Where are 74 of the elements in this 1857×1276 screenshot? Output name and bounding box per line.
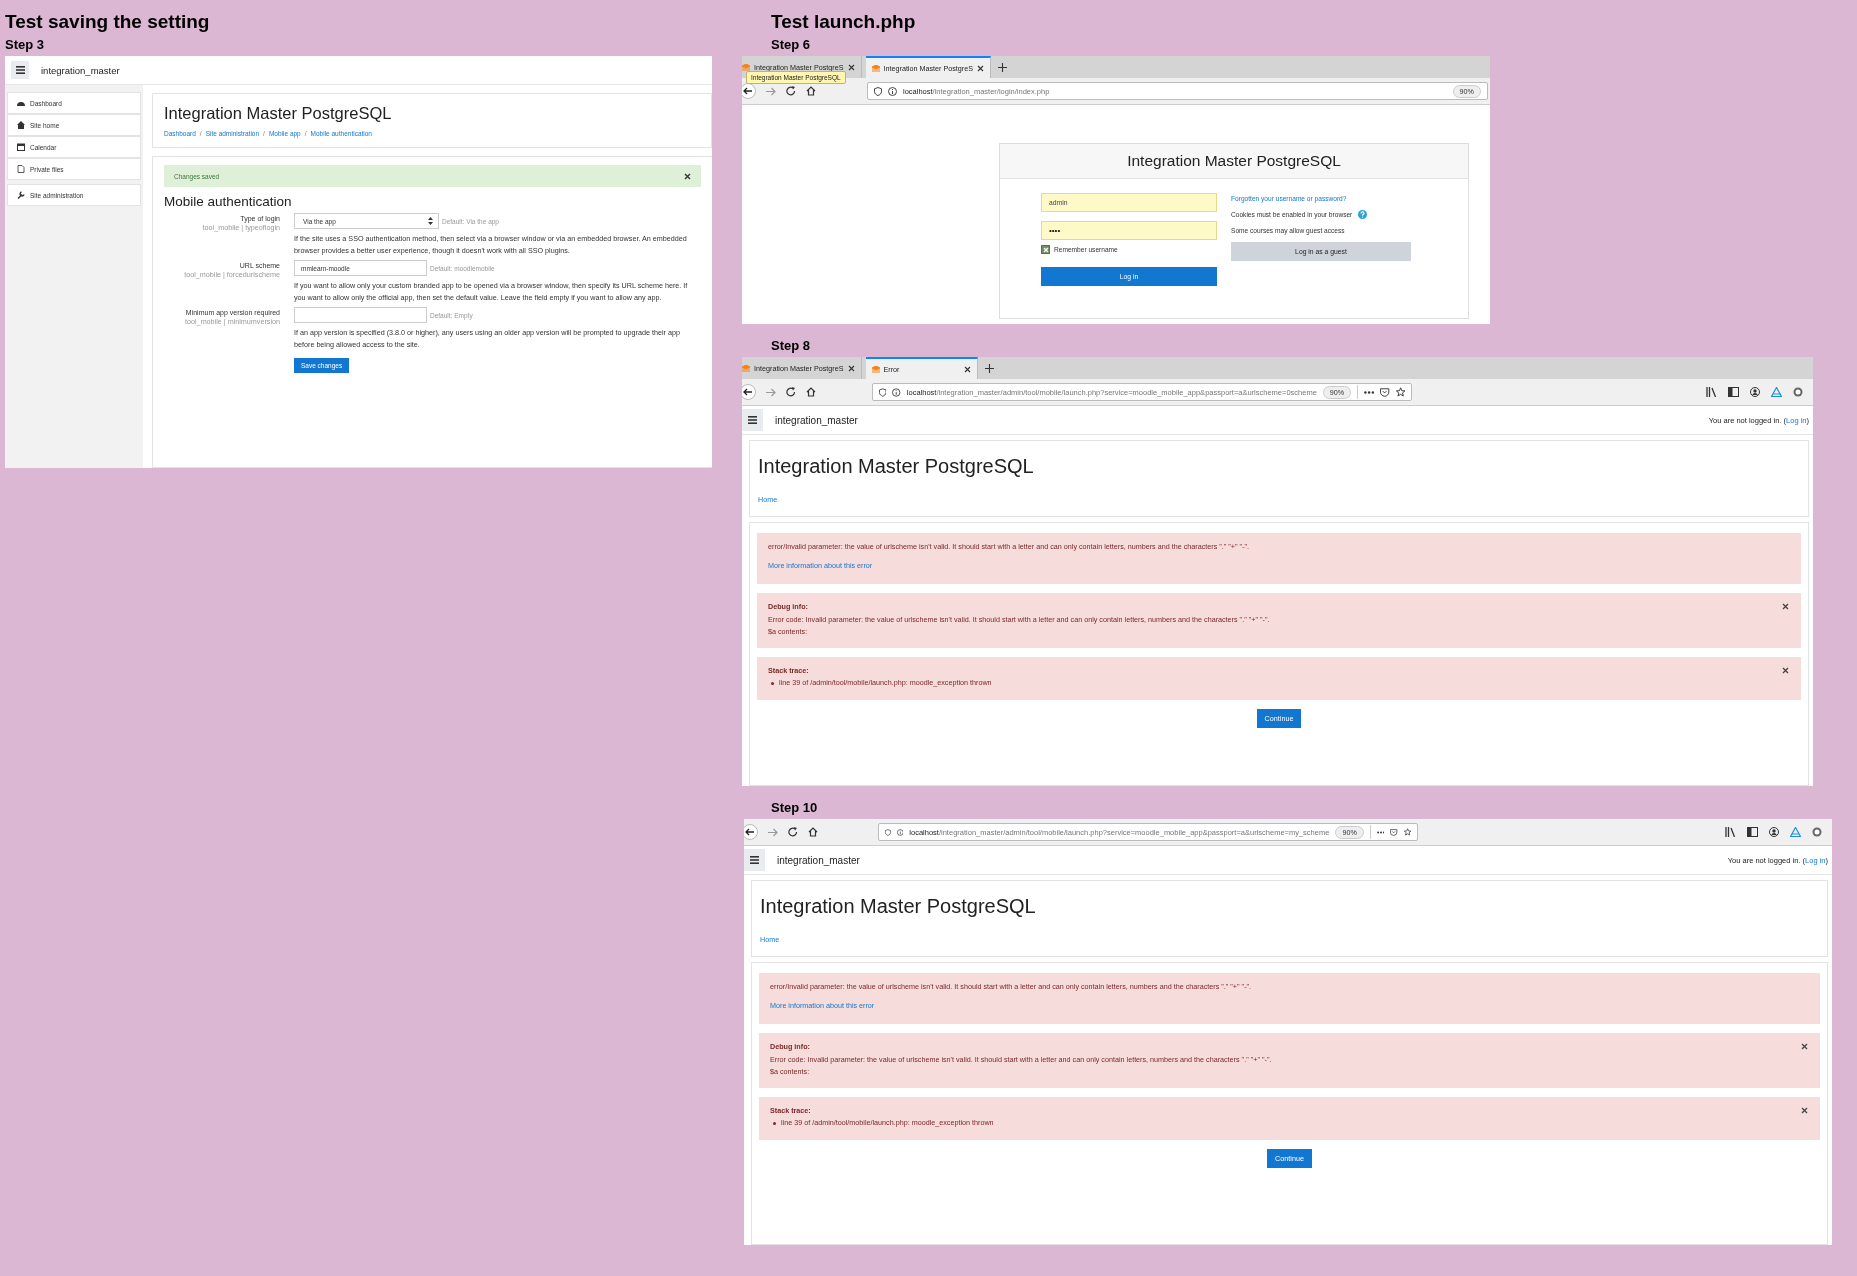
shield-icon: [879, 387, 887, 397]
sidebar-icon[interactable]: [1728, 387, 1739, 397]
menu-button[interactable]: [744, 849, 765, 871]
reload-icon[interactable]: [786, 387, 796, 397]
library-icon[interactable]: [1706, 387, 1717, 397]
updown-icon: [428, 217, 433, 225]
account-icon[interactable]: [1769, 827, 1779, 837]
step-label: Step 10: [771, 800, 819, 815]
star-icon[interactable]: [1403, 827, 1411, 837]
account-icon[interactable]: [1750, 387, 1760, 397]
plus-icon[interactable]: [998, 62, 1007, 72]
close-icon[interactable]: [684, 172, 691, 180]
info-icon: [896, 827, 904, 837]
site-name: integration_master: [775, 414, 858, 426]
home-icon[interactable]: [806, 86, 816, 96]
close-icon[interactable]: [1801, 1107, 1808, 1115]
bullet-icon: [773, 1122, 776, 1125]
triangle-icon[interactable]: [1790, 827, 1801, 837]
wrench-icon: [17, 191, 25, 199]
page-heading: Integration Master PostgreSQL: [164, 104, 393, 123]
file-icon: [17, 165, 25, 173]
gauge-icon: [17, 99, 25, 107]
remember-checkbox[interactable]: [1041, 245, 1050, 254]
close-icon[interactable]: [1782, 603, 1789, 611]
menu-icon: [15, 66, 25, 74]
menu-icon: [748, 416, 757, 424]
home-icon[interactable]: [808, 827, 818, 837]
site-name: integration_master: [777, 854, 860, 866]
step-label: Step 8: [771, 338, 811, 353]
page-heading: Integration Master PostgreSQL: [760, 895, 1037, 918]
step-label: Step 3: [5, 37, 45, 52]
menu-button[interactable]: [11, 61, 29, 79]
section-title: Test launch.php: [771, 11, 917, 33]
library-icon[interactable]: [1725, 827, 1736, 837]
back-icon[interactable]: [742, 384, 756, 400]
reload-icon[interactable]: [786, 86, 796, 96]
close-icon[interactable]: [1801, 1043, 1808, 1051]
bullet-icon: [771, 682, 774, 685]
close-icon[interactable]: [977, 64, 984, 72]
step-label: Step 6: [771, 37, 811, 52]
plus-icon[interactable]: [984, 363, 994, 373]
sidebar-icon[interactable]: [1747, 827, 1758, 837]
home-icon: [17, 121, 25, 129]
pocket-icon[interactable]: [1390, 827, 1398, 837]
shield-icon: [885, 827, 891, 837]
star-icon[interactable]: [1395, 387, 1405, 397]
close-icon[interactable]: [847, 63, 855, 71]
close-icon[interactable]: [963, 365, 971, 373]
more-icon[interactable]: [1364, 390, 1375, 394]
reload-icon[interactable]: [788, 827, 798, 837]
section-title: Test saving the setting: [5, 11, 211, 33]
section-heading: Mobile authentication: [164, 194, 293, 209]
page-heading: Integration Master PostgreSQL: [1127, 152, 1341, 170]
close-icon[interactable]: [1782, 667, 1789, 675]
round-icon[interactable]: [1793, 387, 1803, 397]
back-icon[interactable]: [742, 83, 756, 99]
password-field[interactable]: ••••: [1041, 221, 1217, 240]
round-icon[interactable]: [1812, 827, 1822, 837]
pocket-icon[interactable]: [1380, 387, 1390, 397]
info-icon: [892, 387, 901, 397]
site-name: integration_master: [41, 64, 120, 76]
home-icon[interactable]: [806, 387, 816, 397]
page-heading: Integration Master PostgreSQL: [758, 455, 1035, 478]
menu-button[interactable]: [742, 409, 763, 431]
text-field[interactable]: [294, 307, 427, 324]
menu-icon: [750, 856, 759, 864]
triangle-icon[interactable]: [1771, 387, 1782, 397]
info-icon: [888, 86, 897, 96]
shield-icon: [874, 86, 882, 96]
more-icon[interactable]: [1376, 830, 1385, 834]
back-icon[interactable]: [744, 824, 758, 840]
help-icon[interactable]: [1358, 210, 1368, 219]
close-icon[interactable]: [847, 364, 855, 372]
calendar-icon: [17, 143, 25, 151]
